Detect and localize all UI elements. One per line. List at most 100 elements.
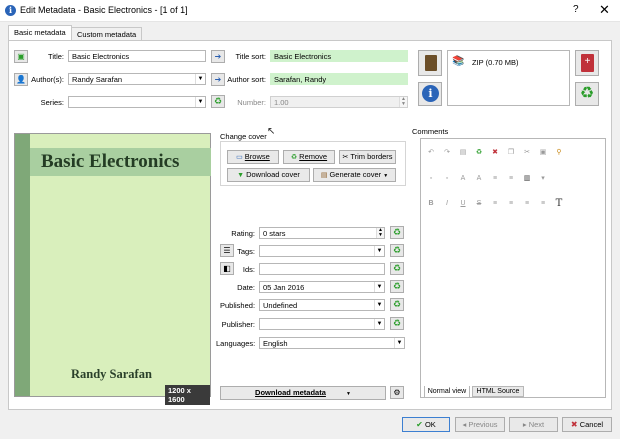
restore-format-recycle-icon[interactable]: ♻	[575, 82, 599, 106]
recycle-icon[interactable]: ♻	[473, 147, 485, 159]
close-window-button[interactable]: ✕	[599, 2, 610, 18]
metadata-settings-gear-icon[interactable]: ⚙	[390, 386, 404, 399]
published-date-edit[interactable]: Undefined ▼	[259, 299, 385, 311]
horizontal-rule-icon[interactable]: ▥	[521, 173, 533, 185]
rating-spinbox[interactable]: 0 stars ▲ ▼	[259, 227, 385, 239]
title-input[interactable]: Basic Electronics	[68, 50, 206, 62]
cover-image[interactable]: Basic Electronics Randy Sarafan 1200 x 1…	[14, 133, 211, 405]
tab-custom-metadata[interactable]: Custom metadata	[71, 27, 143, 40]
align-justify-icon[interactable]: ≡	[537, 198, 549, 210]
format-dropdown-icon[interactable]: ▾	[537, 173, 549, 185]
change-cover-label: Change cover	[220, 132, 267, 141]
clear-rating-icon[interactable]: ♻	[390, 226, 404, 239]
cut-icon[interactable]: ✂	[521, 147, 533, 159]
paste-icon[interactable]: ▣	[537, 147, 549, 159]
browse-cover-button[interactable]: ▭ Browse	[227, 150, 279, 164]
strikethrough-icon[interactable]: S	[473, 198, 485, 210]
superscript-icon[interactable]: ▫	[425, 173, 437, 185]
align-right-icon[interactable]: ≡	[521, 198, 533, 210]
clear-publisher-icon[interactable]: ♻	[390, 317, 404, 330]
download-cover-button[interactable]: ▼ Download cover	[227, 168, 310, 182]
tag-editor-icon[interactable]: ☰	[220, 244, 234, 257]
outdent-icon[interactable]: ≡	[489, 173, 501, 185]
indent-icon[interactable]: ≡	[505, 173, 517, 185]
author-sort-input[interactable]: Sarafan, Randy	[270, 73, 408, 85]
title-sort-input[interactable]: Basic Electronics	[270, 50, 408, 62]
tab-normal-view[interactable]: Normal view	[424, 386, 470, 398]
chevron-down-icon[interactable]: ▼	[374, 246, 384, 256]
languages-label: Languages:	[216, 339, 256, 348]
clear-series-icon[interactable]: ♻	[211, 95, 225, 108]
chevron-down-icon[interactable]: ▼	[195, 97, 205, 107]
paste-plain-icon[interactable]: ▤	[457, 147, 469, 159]
clear-icon[interactable]: ✖	[489, 147, 501, 159]
cover-title-text: Basic Electronics	[41, 151, 180, 172]
download-metadata-label: Download metadata	[255, 388, 326, 397]
font-smaller-icon[interactable]: A	[473, 173, 485, 185]
publisher-combobox[interactable]: ▼	[259, 318, 385, 330]
clear-ids-icon[interactable]: ♻	[390, 262, 404, 275]
help-button[interactable]: ?	[573, 4, 579, 15]
manage-authors-icon[interactable]: 👤	[14, 73, 28, 86]
generate-cover-button[interactable]: ▤ Generate cover ▼	[313, 168, 396, 182]
folder-icon: ▭	[236, 154, 243, 161]
generate-icon: ▤	[320, 172, 328, 179]
languages-combobox[interactable]: English ▼	[259, 337, 405, 349]
ok-button[interactable]: ✔ OK	[402, 417, 450, 432]
zip-file-icon: 📚	[452, 56, 465, 67]
date-value: 05 Jan 2016	[263, 283, 305, 292]
download-cover-label: Download cover	[246, 170, 300, 179]
browse-label: Browse	[244, 152, 270, 161]
clear-published-icon[interactable]: ♻	[390, 298, 404, 311]
date-edit[interactable]: 05 Jan 2016 ▼	[259, 281, 385, 293]
format-info-icon[interactable]: i	[418, 82, 442, 106]
chevron-down-icon[interactable]: ▼	[374, 319, 384, 329]
authors-label: Author(s):	[31, 75, 64, 84]
spin-arrows-icon[interactable]: ▲ ▼	[376, 228, 384, 238]
align-center-icon[interactable]: ≡	[505, 198, 517, 210]
clear-tags-icon[interactable]: ♻	[390, 244, 404, 257]
cancel-x-icon: ✖	[570, 420, 578, 429]
text-style-icon[interactable]: T	[553, 198, 565, 210]
font-larger-icon[interactable]: A	[457, 173, 469, 185]
series-combobox[interactable]: ▼	[68, 96, 206, 108]
italic-icon[interactable]: I	[441, 198, 453, 210]
series-number-value: 1.00	[274, 98, 289, 107]
chevron-down-icon[interactable]: ▼	[394, 338, 404, 348]
subscript-icon[interactable]: ▫	[441, 173, 453, 185]
copy-icon[interactable]: ❐	[505, 147, 517, 159]
chevron-down-icon[interactable]: ▼	[195, 74, 205, 84]
tab-basic-metadata[interactable]: Basic metadata	[8, 25, 72, 40]
next-button: ▸ Next	[509, 417, 558, 432]
underline-icon[interactable]: U	[457, 198, 469, 210]
format-item-zip[interactable]: ZIP (0.70 MB)	[472, 58, 519, 67]
chevron-down-icon[interactable]: ▼	[374, 300, 384, 310]
tab-html-source[interactable]: HTML Source	[472, 386, 524, 397]
formats-list[interactable]: 📚 ZIP (0.70 MB)	[447, 50, 570, 106]
cancel-button[interactable]: ✖ Cancel	[562, 417, 612, 432]
title-case-icon[interactable]: ▣	[14, 50, 28, 63]
remove-format-icon[interactable]: +	[575, 50, 599, 76]
undo-icon[interactable]: ↶	[425, 147, 437, 159]
checkmark-icon: ✔	[416, 420, 423, 429]
title-sort-arrow-icon[interactable]: ➔	[211, 50, 225, 63]
align-left-icon[interactable]: ≡	[489, 198, 501, 210]
ids-editor-icon[interactable]: ◧	[220, 262, 234, 275]
tags-combobox[interactable]: ▼	[259, 245, 385, 257]
series-label: Series:	[40, 98, 64, 107]
insert-link-icon[interactable]: ⚲	[553, 147, 565, 159]
ids-input[interactable]	[259, 263, 385, 275]
download-metadata-button[interactable]: Download metadata ▼	[220, 386, 386, 400]
series-number-spinbox: 1.00 ▲ ▼	[270, 96, 408, 108]
comments-editor[interactable]: ↶ ↷ ▤ ♻ ✖ ❐ ✂ ▣ ⚲ ▫ ▫ A A ≡ ≡ ▥ ▾ B I U …	[420, 138, 606, 398]
trim-borders-button[interactable]: ✂ Trim borders	[339, 150, 396, 164]
redo-icon[interactable]: ↷	[441, 147, 453, 159]
bold-icon[interactable]: B	[425, 198, 437, 210]
authors-combobox[interactable]: Randy Sarafan ▼	[68, 73, 206, 85]
add-format-book-icon[interactable]	[418, 50, 442, 76]
chevron-down-icon[interactable]: ▼	[374, 282, 384, 292]
editor-toolbar-row-3: B I U S ≡ ≡ ≡ ≡ T	[425, 198, 565, 210]
remove-cover-button[interactable]: ♻ Remove	[283, 150, 335, 164]
clear-date-icon[interactable]: ♻	[390, 280, 404, 293]
date-label: Date:	[237, 283, 255, 292]
